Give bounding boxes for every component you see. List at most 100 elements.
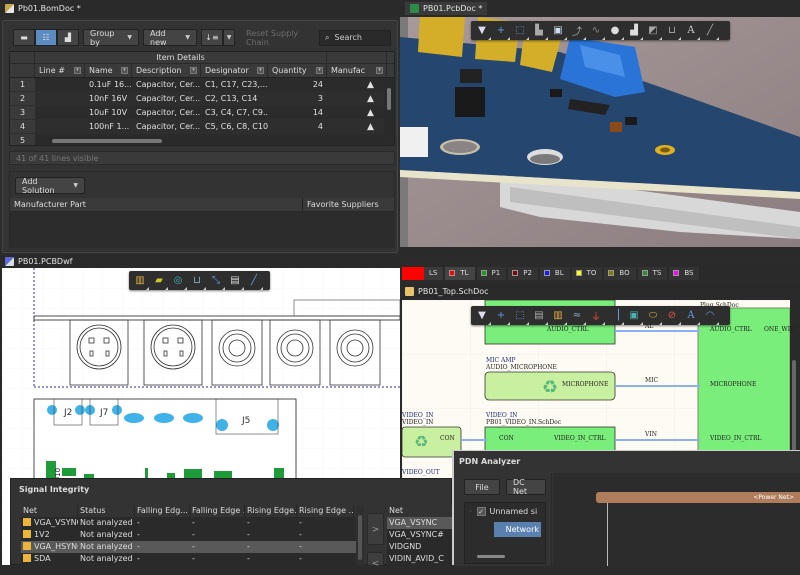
tree-horizontal-scrollbar[interactable]	[471, 555, 531, 559]
dimension-icon[interactable]: ⊔	[666, 25, 681, 40]
si-vertical-scrollbar[interactable]	[356, 505, 364, 566]
tree-item[interactable]: ◦ ✓ Unnamed si	[469, 507, 537, 516]
board-outline-icon[interactable]: ▥	[134, 275, 149, 290]
crosshair-icon[interactable]: +	[495, 25, 510, 40]
grid-horizontal-scrollbar[interactable]	[36, 137, 386, 145]
component-icon[interactable]: ▣	[552, 25, 567, 40]
filter-icon[interactable]: ▾	[74, 67, 81, 74]
sheet-symbol-icon[interactable]: ▣	[628, 310, 643, 325]
scroll-thumb[interactable]	[358, 515, 362, 560]
select-rect-icon[interactable]: ⬚	[514, 310, 529, 325]
measure-icon[interactable]: ⤡	[210, 275, 225, 290]
bom-icon[interactable]: ▤	[229, 275, 244, 290]
bus-icon[interactable]: ≈	[571, 310, 586, 325]
align-icon[interactable]: ▙	[533, 25, 548, 40]
pcb-doc-tab[interactable]: PB01.PcbDoc *	[405, 2, 488, 15]
column-header-description[interactable]: Description ▾	[132, 64, 201, 77]
warning-icon[interactable]: ▲	[363, 78, 377, 91]
align-icon[interactable]: ▤	[533, 310, 548, 325]
column-header-quantity[interactable]: Quantity ▾	[268, 64, 327, 77]
layer-tab-tl[interactable]: TL	[445, 266, 475, 280]
checkbox-icon[interactable]: ✓	[476, 507, 486, 516]
filter-icon[interactable]: ▾	[190, 67, 197, 74]
interactive-length-icon[interactable]: ∿	[590, 25, 605, 40]
pcb-3d-view[interactable]	[400, 17, 800, 247]
no-erc-icon[interactable]: ⊘	[666, 310, 681, 325]
layer-tab-to[interactable]: TO	[571, 266, 603, 280]
bom-doc-tab[interactable]: Pb01.BomDoc *	[5, 4, 81, 13]
power-net-bar[interactable]: <Power Net>	[596, 492, 800, 503]
column-header-name[interactable]: Name ▾	[85, 64, 132, 77]
filter-icon[interactable]: ▼	[476, 25, 491, 40]
layer-tab-bl[interactable]: BL	[539, 266, 570, 280]
reset-supply-chain-button[interactable]: Reset Supply Chain	[239, 29, 315, 47]
search-input[interactable]: ⌕ Search	[319, 29, 391, 46]
via-icon[interactable]: ●	[609, 25, 624, 40]
filter-icon[interactable]: ▾	[257, 67, 264, 74]
polygon-icon[interactable]: ▟	[628, 25, 643, 40]
chart-view-button[interactable]: ▟	[57, 29, 79, 46]
group-by-button[interactable]: Group by ▼	[83, 29, 139, 47]
list-item[interactable]: VIDIN_AVID_C	[387, 553, 453, 565]
table-row[interactable]: 4 100nF 1... Capacitor, Cer... C5, C6, C…	[10, 120, 394, 134]
part-icon[interactable]: ▥	[552, 310, 567, 325]
dwf-doc-tab[interactable]: PB01.PCBDwf	[5, 257, 72, 266]
table-row[interactable]: 2 10nF 16V Capacitor, Cer... C2, C13, C1…	[10, 92, 394, 106]
column-header-manufacturer[interactable]: Manufac ▾	[327, 64, 387, 77]
column-header-line[interactable]: Line # ▾	[35, 64, 85, 77]
filter-icon[interactable]: ▾	[121, 67, 128, 74]
grid-vertical-scrollbar[interactable]	[384, 78, 394, 138]
warning-icon[interactable]: ▲	[363, 106, 377, 119]
text-icon[interactable]: A	[685, 310, 700, 325]
network-item[interactable]: Network	[494, 522, 541, 537]
collapse-icon[interactable]: ◦	[469, 508, 473, 515]
view-icon[interactable]: ◎	[172, 275, 187, 290]
layer-tab-p1[interactable]: P1	[476, 266, 507, 280]
filter-icon[interactable]: ▾	[376, 67, 383, 74]
crosshair-icon[interactable]: +	[495, 310, 510, 325]
move-right-button[interactable]: >	[367, 513, 384, 545]
column-header-rising-edge-2[interactable]: Rising Edge ...	[297, 505, 354, 517]
layer-tab-ls[interactable]: LS	[402, 266, 444, 280]
table-row-selected[interactable]: VGA_HSYNC Not analyzed - - - -	[21, 541, 364, 553]
layer-tab-p2[interactable]: P2	[508, 266, 538, 280]
pdn-network-canvas[interactable]: <Power Net>	[553, 473, 800, 566]
layer-icon[interactable]: ▰	[153, 275, 168, 290]
filter-icon[interactable]: ▾	[316, 67, 323, 74]
select-rect-icon[interactable]: ⬚	[514, 25, 529, 40]
base-view-button[interactable]: ☷	[35, 29, 57, 46]
filter-icon[interactable]: ▼	[476, 310, 491, 325]
line-icon[interactable]: ╱	[704, 25, 719, 40]
layer-tab-ts[interactable]: TS	[637, 266, 668, 280]
table-row[interactable]: SDA Not analyzed - - - -	[21, 553, 364, 565]
dc-net-button[interactable]: DC Net	[506, 478, 546, 496]
list-item[interactable]: VGA_VSYNC#	[387, 529, 453, 541]
region-icon[interactable]: ◩	[647, 25, 662, 40]
port-icon[interactable]: ▕	[609, 310, 624, 325]
flat-view-button[interactable]: ▬	[13, 29, 35, 46]
list-item[interactable]: VIDGND	[387, 541, 453, 553]
dimension-icon[interactable]: ⊔	[191, 275, 206, 290]
route-icon[interactable]: ⤴	[571, 25, 586, 40]
column-header-designator[interactable]: Designator ▾	[201, 64, 268, 77]
net-label-icon[interactable]: ⬭	[647, 310, 662, 325]
layer-tab-bo[interactable]: BO	[604, 266, 636, 280]
table-row[interactable]: 3 10uF 10V Capacitor, Cer... C3, C4, C7,…	[10, 106, 394, 120]
column-header-net[interactable]: Net	[21, 505, 78, 517]
add-solution-button[interactable]: Add Solution ▼	[15, 177, 85, 195]
scroll-thumb[interactable]	[387, 88, 391, 110]
table-row[interactable]: 1V2 Not analyzed - - - -	[21, 529, 364, 541]
ground-icon[interactable]: ⏚	[590, 310, 605, 325]
table-row[interactable]: VGA_VSYNC Not analyzed - - - -	[21, 517, 364, 529]
move-left-button[interactable]: <	[367, 552, 384, 569]
table-row[interactable]: 1 0.1uF 16... Capacitor, Cer... C1, C17,…	[10, 78, 394, 92]
sch-doc-tab[interactable]: PB01_Top.SchDoc	[405, 287, 489, 296]
scroll-thumb[interactable]	[52, 139, 162, 143]
sort-dropdown[interactable]: ▼	[223, 29, 235, 46]
line-icon[interactable]: ╱	[248, 275, 263, 290]
list-item[interactable]: VGA_VSYNC	[387, 517, 453, 529]
text-icon[interactable]: A	[685, 25, 700, 40]
sort-button[interactable]: ↓≡	[201, 29, 223, 46]
column-header-status[interactable]: Status	[78, 505, 135, 517]
column-header-falling-edge-2[interactable]: Falling Edge ...	[190, 505, 245, 517]
